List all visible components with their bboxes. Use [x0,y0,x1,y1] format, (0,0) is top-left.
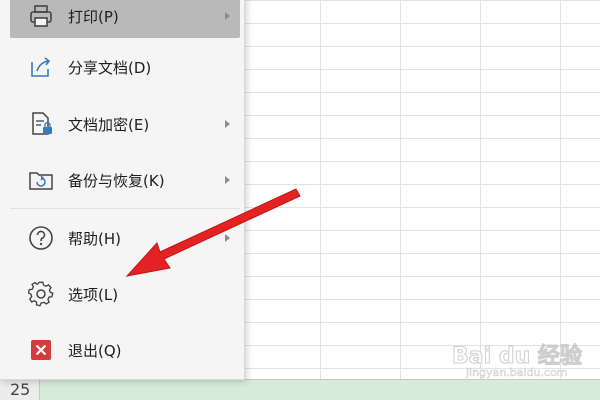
baidu-jingyan-watermark: Bai du 经验 jingyan.baidu.com [452,338,600,388]
app-window: 25 打印(P) 分享文档(D) 文档加密(E) 备份与恢复(K) 帮助(H) … [0,0,600,400]
watermark-url: jingyan.baidu.com [466,366,568,380]
